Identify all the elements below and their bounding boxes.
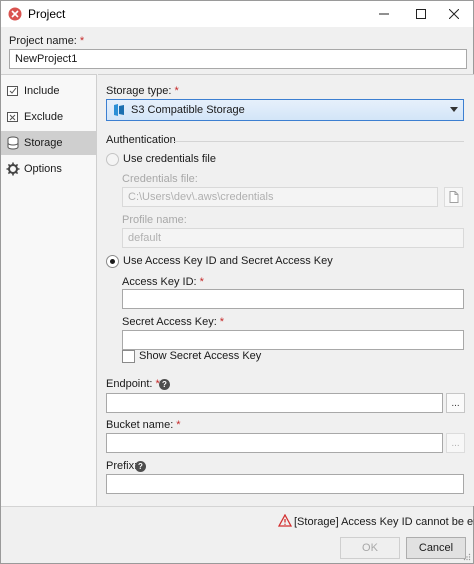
prefix-input[interactable] <box>106 474 464 494</box>
exclude-icon <box>6 110 20 124</box>
required-marker: * <box>219 316 225 328</box>
warning-icon <box>278 514 292 527</box>
chevron-down-icon <box>450 107 458 112</box>
close-button[interactable] <box>435 1 473 27</box>
validation-error-message: [Storage] Access Key ID cannot be empty <box>294 516 474 528</box>
browse-file-button[interactable] <box>444 187 463 207</box>
file-icon <box>449 191 458 203</box>
access-key-id-input[interactable] <box>122 289 464 309</box>
ok-button[interactable]: OK <box>340 537 400 559</box>
sidebar-item-options[interactable]: Options <box>1 157 96 181</box>
use-access-key-label: Use Access Key ID and Secret Access Key <box>123 255 333 267</box>
gear-icon <box>6 162 20 176</box>
secret-access-key-label: Secret Access Key: * <box>122 316 225 328</box>
show-secret-checkbox[interactable] <box>122 350 135 363</box>
endpoint-help-icon[interactable]: ? <box>159 379 170 390</box>
bucket-browse-button[interactable]: ... <box>446 433 465 453</box>
maximize-icon <box>416 9 426 19</box>
minimize-icon <box>379 13 389 15</box>
minimize-button[interactable] <box>365 1 403 27</box>
required-marker: * <box>174 85 179 97</box>
cancel-button[interactable]: Cancel <box>406 537 466 559</box>
profile-name-input[interactable]: default <box>122 228 464 248</box>
s3-storage-icon <box>114 104 124 116</box>
storage-type-select[interactable]: S3 Compatible Storage <box>106 99 464 121</box>
access-key-id-label: Access Key ID: * <box>122 276 204 288</box>
project-name-input[interactable]: NewProject1 <box>9 49 467 69</box>
sidebar-item-storage[interactable]: Storage <box>1 131 96 155</box>
prefix-help-icon[interactable]: ? <box>135 461 146 472</box>
credentials-file-label: Credentials file: <box>122 173 198 185</box>
close-icon <box>449 9 459 19</box>
sidebar-item-label: Include <box>24 85 60 97</box>
profile-name-label: Profile name: <box>122 214 187 226</box>
secret-access-key-input[interactable] <box>122 330 464 350</box>
resize-grip-icon[interactable] <box>463 553 471 561</box>
bucket-name-input[interactable] <box>106 433 443 453</box>
sidebar-item-exclude[interactable]: Exclude <box>1 105 96 129</box>
required-marker: * <box>79 35 85 47</box>
sidebar-item-label: Exclude <box>24 111 64 123</box>
app-logo-icon <box>8 7 22 21</box>
use-access-key-radio[interactable] <box>106 255 119 268</box>
window-title: Project <box>28 7 66 21</box>
show-secret-label: Show Secret Access Key <box>139 350 262 362</box>
sidebar: Include Exclude Storage Options <box>1 74 97 506</box>
use-credentials-file-radio[interactable] <box>106 153 119 166</box>
credentials-file-input[interactable]: C:\Users\dev\.aws\credentials <box>122 187 438 207</box>
sidebar-item-label: Options <box>24 163 62 175</box>
include-icon <box>6 84 20 98</box>
endpoint-browse-button[interactable]: ... <box>446 393 465 413</box>
sidebar-item-include[interactable]: Include <box>1 79 96 103</box>
endpoint-input[interactable] <box>106 393 443 413</box>
required-marker: * <box>176 419 181 431</box>
required-marker: * <box>199 276 204 288</box>
bucket-name-label: Bucket name: * <box>106 419 181 431</box>
footer-divider <box>1 506 473 507</box>
project-dialog: Project Project name: * NewProject1 Inclu… <box>0 0 474 564</box>
authentication-heading: Authentication <box>106 134 176 146</box>
project-name-label: Project name: * <box>9 35 85 47</box>
endpoint-label: Endpoint: * <box>106 378 160 390</box>
sidebar-item-label: Storage <box>24 137 63 149</box>
section-divider <box>174 141 464 142</box>
storage-icon <box>6 136 20 150</box>
use-credentials-file-label: Use credentials file <box>123 153 216 165</box>
storage-type-value: S3 Compatible Storage <box>131 104 245 116</box>
title-bar: Project <box>1 1 473 27</box>
prefix-label: Prefix: <box>106 460 138 472</box>
storage-type-label: Storage type: * <box>106 85 179 97</box>
